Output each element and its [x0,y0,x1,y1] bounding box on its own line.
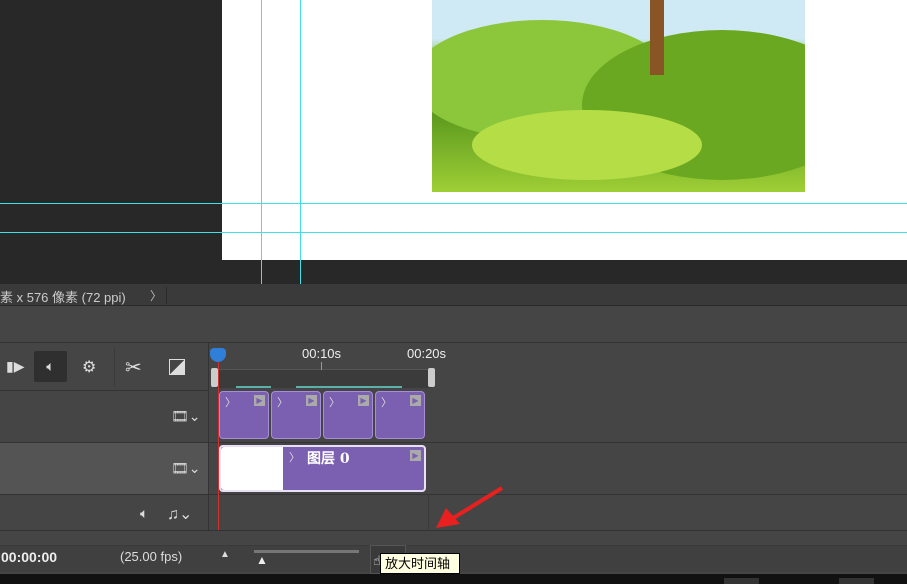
guide-horizontal [0,203,907,204]
guide-horizontal [0,232,907,233]
clip-label: 图层 0 [307,451,350,467]
document-info: 素 x 576 像素 (72 ppi) [0,290,126,305]
play-icon[interactable]: ▮▶ [6,358,24,375]
canvas-image [432,0,805,192]
zoom-out-icon[interactable]: ▲ [220,549,230,560]
timecode[interactable]: 00:00:00 [1,549,57,565]
film-strip-icon[interactable]: 🎞︎⌄ [171,460,201,477]
ruler-tick-label: 00:20s [407,346,447,361]
play-icon[interactable]: ▶ [358,395,369,406]
bottom-bar [0,574,907,584]
annotation-arrow [436,486,504,528]
play-icon[interactable]: ▶ [254,395,265,406]
playhead-line [218,362,219,530]
gear-icon[interactable]: ⚙ [82,357,96,377]
zoom-slider[interactable] [254,550,359,553]
clip-thumbnail [221,447,283,490]
layer-clip[interactable]: 〉 图层 0 ▶ [219,445,426,492]
speaker-icon: 🔈︎ [46,358,55,374]
transition-icon[interactable] [169,359,185,375]
scissors-icon[interactable]: ✂ [125,355,142,380]
status-bar: 素 x 576 像素 (72 ppi) 〉 [0,284,907,306]
mute-audio-button[interactable]: 🔈︎ [34,351,67,382]
work-area-start-handle[interactable] [211,368,218,387]
speaker-icon[interactable]: 🔈︎ [140,505,148,522]
film-strip-icon[interactable]: 🎞︎⌄ [171,408,201,425]
play-icon[interactable]: ▶ [306,395,317,406]
guide-vertical [261,0,262,284]
clip[interactable]: 〉 ▶ [271,391,321,439]
frame-rate: (25.00 fps) [120,549,183,564]
music-note-icon[interactable]: ♫⌄ [167,504,192,524]
status-more-button[interactable]: 〉 [150,287,168,304]
tooltip: 放大时间轴 [380,553,461,574]
zoom-slider-thumb[interactable]: ▲ [256,553,268,567]
play-icon[interactable]: ▶ [410,395,421,406]
clip[interactable]: 〉 ▶ [375,391,425,439]
play-icon[interactable]: ▶ [410,450,421,461]
ruler-tick-label: 00:10s [302,346,342,361]
clip[interactable]: 〉 ▶ [219,391,269,439]
work-area-end-handle[interactable] [428,368,435,387]
guide-vertical [300,0,301,284]
clip[interactable]: 〉 ▶ [323,391,373,439]
